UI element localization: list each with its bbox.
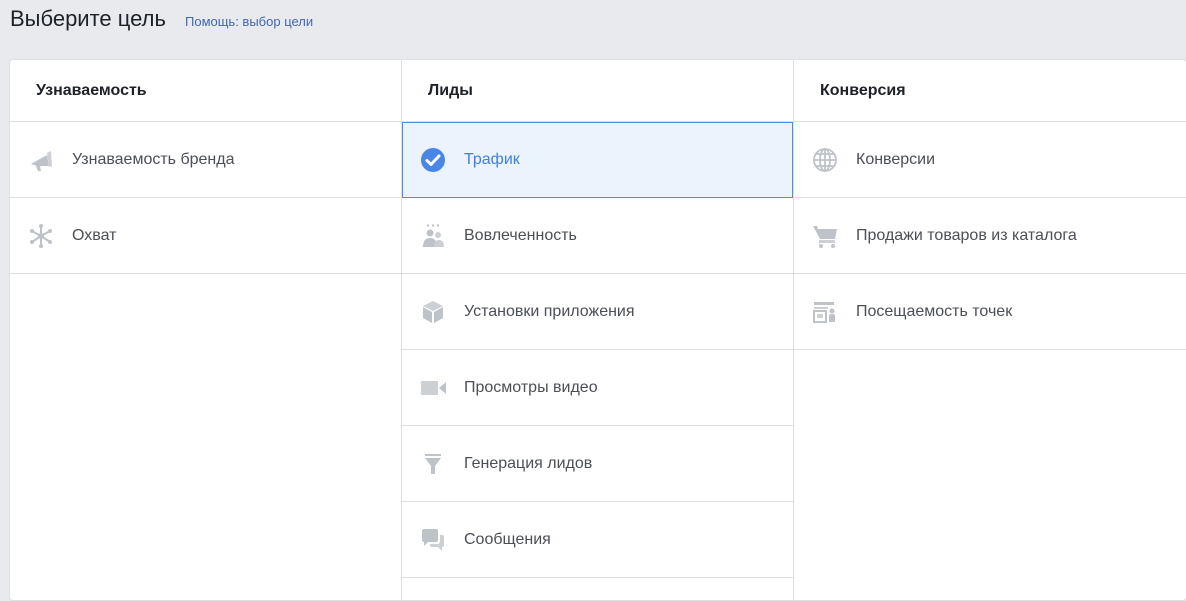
objective-label: Вовлеченность: [464, 226, 577, 244]
funnel-icon: [418, 449, 448, 479]
store-icon: [810, 297, 840, 327]
objective-brand-awareness[interactable]: Узнаваемость бренда: [10, 122, 401, 198]
column-header: Узнаваемость: [10, 60, 401, 122]
objective-label: Узнаваемость бренда: [72, 150, 235, 168]
objective-label: Сообщения: [464, 530, 551, 548]
column-awareness: Узнаваемость Узнаваемость бренда Охват: [10, 60, 402, 600]
column-header: Лиды: [402, 60, 793, 122]
top-bar: Выберите цель Помощь: выбор цели: [0, 0, 1186, 60]
box-icon: [418, 297, 448, 327]
people-icon: [418, 221, 448, 251]
checkmark-circle-icon: [418, 145, 448, 175]
page-title: Выберите цель: [10, 6, 166, 31]
shopping-cart-icon: [810, 221, 840, 251]
objective-label: Охват: [72, 226, 117, 244]
objective-label: Конверсии: [856, 150, 936, 168]
objective-engagement[interactable]: Вовлеченность: [402, 198, 793, 274]
objective-messages[interactable]: Сообщения: [402, 502, 793, 578]
objective-store-visits[interactable]: Посещаемость точек: [794, 274, 1186, 350]
column-leads: Лиды Трафик Вовлеченность Установки прил…: [402, 60, 794, 600]
column-conversion: Конверсия Конверсии Продажи товаров из к…: [794, 60, 1186, 600]
objective-label: Генерация лидов: [464, 454, 593, 472]
objective-label: Трафик: [464, 150, 520, 168]
column-header: Конверсия: [794, 60, 1186, 122]
video-camera-icon: [418, 373, 448, 403]
chat-bubbles-icon: [418, 525, 448, 555]
objective-label: Посещаемость точек: [856, 302, 1013, 320]
objective-catalog-sales[interactable]: Продажи товаров из каталога: [794, 198, 1186, 274]
objective-label: Установки приложения: [464, 302, 635, 320]
globe-icon: [810, 145, 840, 175]
objective-app-installs[interactable]: Установки приложения: [402, 274, 793, 350]
reach-icon: [26, 221, 56, 251]
objective-video-views[interactable]: Просмотры видео: [402, 350, 793, 426]
objective-label: Продажи товаров из каталога: [856, 226, 1077, 244]
objective-conversions[interactable]: Конверсии: [794, 122, 1186, 198]
objective-traffic[interactable]: Трафик: [402, 122, 793, 198]
help-link[interactable]: Помощь: выбор цели: [185, 14, 313, 29]
objective-reach[interactable]: Охват: [10, 198, 401, 274]
objective-panel: Узнаваемость Узнаваемость бренда Охват Л…: [9, 59, 1186, 601]
objective-label: Просмотры видео: [464, 378, 598, 396]
objective-lead-generation[interactable]: Генерация лидов: [402, 426, 793, 502]
megaphone-icon: [26, 145, 56, 175]
